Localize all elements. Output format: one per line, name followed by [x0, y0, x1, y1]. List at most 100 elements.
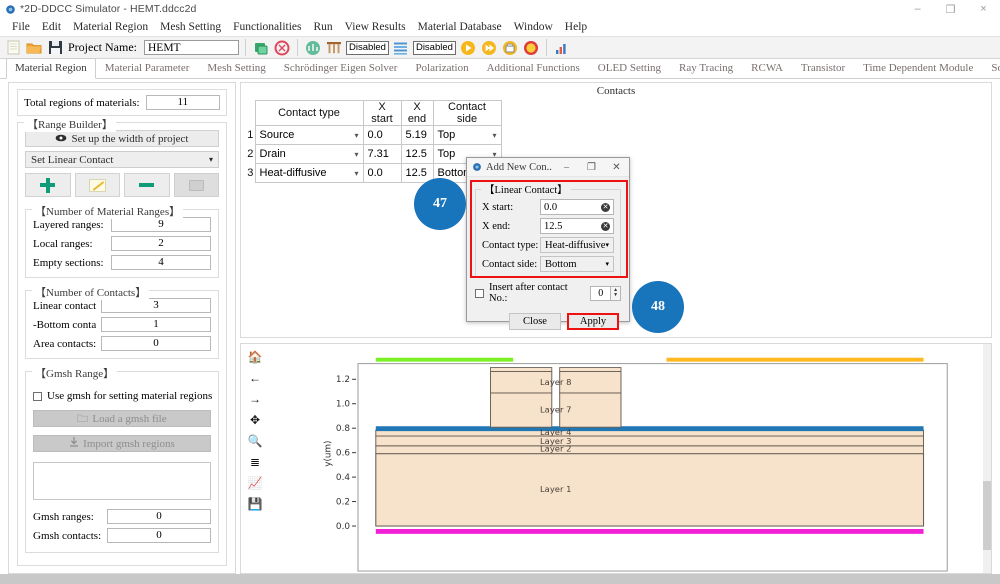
cell-contact-type[interactable]: Drain ▾ [254, 144, 364, 164]
local-ranges-input[interactable]: 2 [111, 236, 211, 251]
import-gmsh-regions-button[interactable]: Import gmsh regions [33, 435, 211, 452]
cell-x-start[interactable]: 7.31 [362, 144, 402, 164]
setup-width-button[interactable]: Set up the width of project [25, 130, 219, 147]
pan-move-icon[interactable]: ✥ [248, 413, 262, 427]
cell-contact-type[interactable]: Source ▾ [254, 125, 364, 145]
close-button[interactable]: Close [509, 313, 561, 330]
sliders-icon[interactable]: ≣ [248, 455, 262, 469]
new-file-icon[interactable] [4, 39, 22, 57]
add-range-button[interactable] [25, 173, 71, 197]
tab-mesh-setting[interactable]: Mesh Setting [198, 58, 274, 78]
menu-item-window[interactable]: Window [508, 20, 559, 34]
dialog-minimize-button[interactable]: – [554, 158, 579, 177]
load-gmsh-label: Load a gmsh file [92, 412, 167, 425]
stepper-down-icon[interactable]: ▼ [613, 293, 618, 298]
open-range-button[interactable] [173, 173, 219, 197]
tab-ray-tracing[interactable]: Ray Tracing [670, 58, 742, 78]
menu-item-view-results[interactable]: View Results [339, 20, 412, 34]
empty-sections-input[interactable]: 4 [111, 255, 211, 270]
menu-item-help[interactable]: Help [559, 20, 593, 34]
load-gmsh-file-button[interactable]: Load a gmsh file [33, 410, 211, 427]
cell-x-end[interactable]: 5.19 [400, 125, 434, 145]
menu-item-functionalities[interactable]: Functionalities [227, 20, 307, 34]
project-name-input[interactable]: HEMT [143, 40, 239, 55]
edit-range-button[interactable] [74, 173, 120, 197]
minimize-button[interactable]: – [901, 0, 934, 18]
tab-rcwa[interactable]: RCWA [742, 58, 792, 78]
import-icon [69, 437, 79, 450]
insert-after-input[interactable]: 0 [590, 285, 612, 301]
menu-item-material-region[interactable]: Material Region [67, 20, 154, 34]
chart-icon[interactable] [553, 39, 571, 57]
tab-time-dependent-module[interactable]: Time Dependent Module [854, 58, 982, 78]
insert-after-checkbox[interactable] [475, 288, 484, 298]
list-icon[interactable] [392, 39, 410, 57]
setup-width-label: Set up the width of project [71, 132, 189, 145]
remove-range-button[interactable] [124, 173, 170, 197]
maximize-button[interactable]: ❐ [934, 0, 967, 18]
run-all-icon[interactable] [480, 39, 498, 57]
table-row[interactable]: 1 Source ▾ 0.0 5.19 Top ▾ [246, 125, 502, 145]
menu-item-edit[interactable]: Edit [36, 20, 67, 34]
gmsh-contacts-input[interactable]: 0 [107, 528, 211, 543]
contact-mode-select[interactable]: Set Linear Contact ▾ [25, 151, 219, 168]
back-arrow-icon[interactable]: ← [248, 371, 262, 385]
insert-after-stepper[interactable]: ▲ ▼ [611, 285, 621, 301]
menu-item-file[interactable]: File [6, 20, 36, 34]
cell-x-start[interactable]: 0.0 [362, 163, 402, 183]
tab-oled-setting[interactable]: OLED Setting [589, 58, 670, 78]
close-button[interactable]: × [967, 0, 1000, 18]
cell-contact-side[interactable]: Top ▾ [432, 125, 502, 145]
header-x-end: X end [400, 100, 434, 126]
layered-ranges-input[interactable]: 9 [111, 217, 211, 232]
cell-value: Heat-diffusive [259, 167, 327, 179]
gmsh-ranges-input[interactable]: 0 [107, 509, 211, 524]
save-floppy-icon[interactable]: 💾 [248, 497, 263, 511]
gmsh-file-list[interactable] [33, 462, 211, 500]
material-ranges-title: 【Number of Material Ranges】 [32, 203, 184, 219]
refresh-icon[interactable] [252, 39, 270, 57]
reload-icon[interactable] [273, 39, 291, 57]
tab-solar-cell[interactable]: Solar Cell [982, 58, 1000, 78]
toolbar-combo-1[interactable]: Disabled [345, 40, 389, 55]
menu-item-run[interactable]: Run [308, 20, 339, 34]
menu-item-mesh-setting[interactable]: Mesh Setting [154, 20, 227, 34]
open-folder-icon[interactable] [25, 39, 43, 57]
scrollbar-thumb[interactable] [983, 481, 991, 551]
tab-material-parameter[interactable]: Material Parameter [96, 58, 199, 78]
home-icon[interactable]: 🏠 [248, 350, 263, 364]
menu-item-material-database[interactable]: Material Database [412, 20, 508, 34]
total-regions-input[interactable]: 11 [145, 95, 220, 110]
table-row[interactable]: 3 Heat-diffusive ▾ 0.0 12.5 Bottom [246, 163, 502, 183]
cell-x-end[interactable]: 12.5 [400, 144, 434, 164]
forward-arrow-icon[interactable]: → [248, 392, 262, 406]
cell-contact-type[interactable]: Heat-diffusive ▾ [254, 163, 364, 183]
dialog-close-icon[interactable]: ✕ [604, 158, 629, 177]
use-gmsh-checkbox[interactable] [33, 391, 42, 401]
mesh-icon[interactable] [304, 39, 322, 57]
area-contacts-input[interactable]: 0 [101, 336, 211, 351]
run-icon[interactable] [459, 39, 477, 57]
tab-polarization[interactable]: Polarization [406, 58, 477, 78]
structure-icon[interactable] [325, 39, 343, 57]
table-row[interactable]: 2 Drain ▾ 7.31 12.5 Top ▾ [246, 144, 502, 164]
dialog-maximize-button[interactable]: ❐ [579, 158, 604, 177]
tab-transistor[interactable]: Transistor [792, 58, 854, 78]
zoom-magnifier-icon[interactable]: 🔍 [248, 434, 263, 448]
cell-x-start[interactable]: 0.0 [362, 125, 402, 145]
tab-additional-functions[interactable]: Additional Functions [478, 58, 589, 78]
save-icon[interactable] [46, 39, 64, 57]
tab-material-region[interactable]: Material Region [6, 58, 96, 79]
linear-contact-input[interactable]: 3 [101, 298, 211, 313]
edit-axis-icon[interactable]: 📈 [248, 476, 263, 490]
export-icon[interactable] [501, 39, 519, 57]
bottom-contact-input[interactable]: 1 [101, 317, 211, 332]
plot-vertical-scrollbar[interactable] [983, 344, 991, 573]
stop-icon[interactable] [522, 39, 540, 57]
structure-plot-canvas[interactable]: 1.2 1.0 0.8 0.6 0.4 0.2 0.0 y(um) Layer … [271, 346, 969, 573]
tab-schrodinger-eigen-solver[interactable]: Schrödinger Eigen Solver [275, 58, 407, 78]
toolbar-combo-2[interactable]: Disabled [412, 40, 456, 55]
window-controls: – ❐ × [901, 0, 1000, 18]
y-axis-label: y(um) [323, 441, 333, 467]
apply-button[interactable]: Apply [567, 313, 619, 330]
